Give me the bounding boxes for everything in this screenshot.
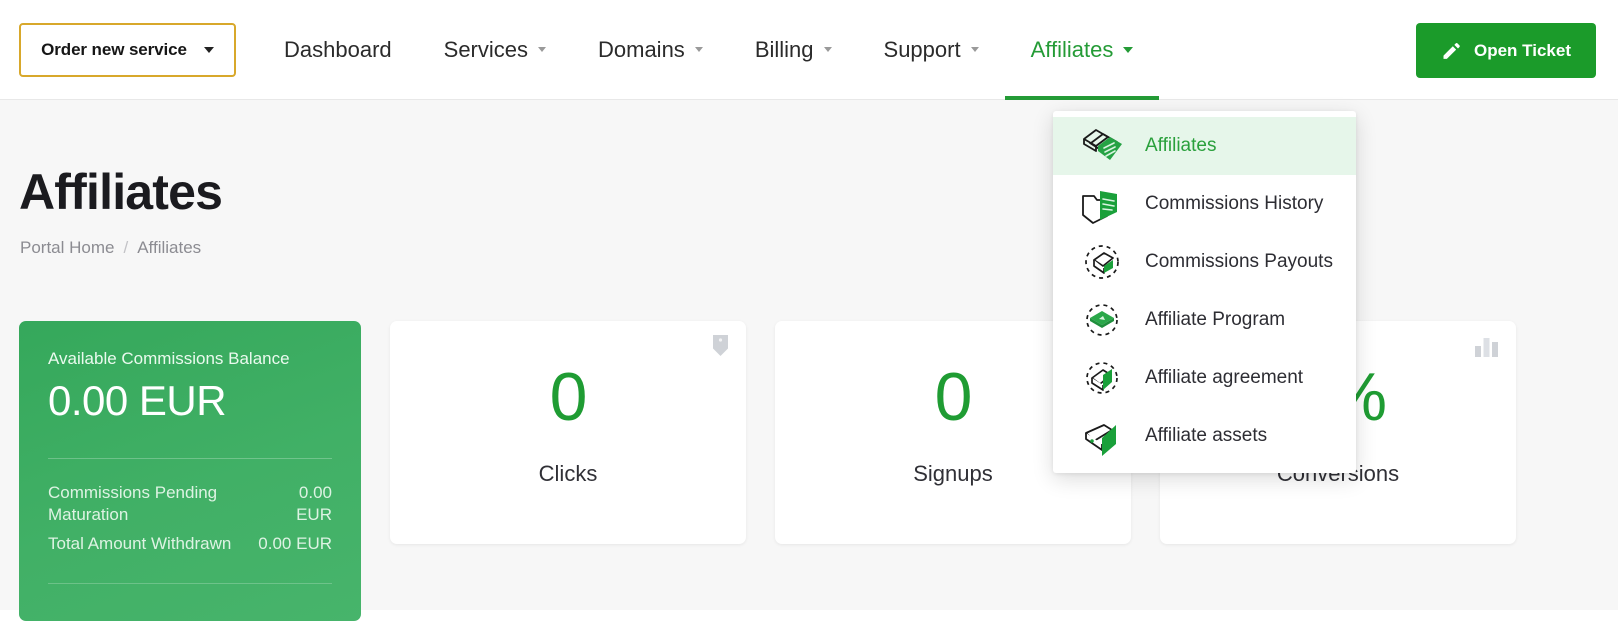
- assets-icon: [1085, 424, 1116, 456]
- balance-row-key: Total Amount Withdrawn: [48, 534, 232, 553]
- available-commissions-balance-card: Available Commissions Balance 0.00 EUR C…: [19, 321, 361, 621]
- nav-item-label: Support: [883, 36, 961, 62]
- dropdown-item-label: Commissions Payouts: [1145, 251, 1333, 272]
- affiliates-dropdown-menu: Affiliates Commissions History Commissio…: [1053, 111, 1356, 473]
- balance-row: Commissions Pending Maturation 0.00 EUR: [48, 482, 332, 526]
- nav-item-label: Affiliates: [1030, 36, 1114, 62]
- page-title: Affiliates: [19, 164, 223, 220]
- divider: [48, 583, 332, 584]
- nav-item-label: Domains: [598, 36, 685, 62]
- balance-row-value: 0.00 EUR: [296, 483, 332, 524]
- top-navbar: Order new service Dashboard Services Dom…: [0, 0, 1618, 100]
- dropdown-item-commissions-payouts[interactable]: Commissions Payouts: [1053, 233, 1356, 291]
- pencil-icon: [1443, 42, 1460, 59]
- breadcrumb-current: Affiliates: [137, 238, 202, 257]
- nav-item-label: Services: [443, 36, 528, 62]
- breadcrumb: Portal Home / Affiliates: [20, 238, 201, 258]
- balance-row-key: Commissions Pending Maturation: [48, 483, 218, 524]
- nav-item-label: Billing: [754, 36, 814, 62]
- chevron-down-icon: [694, 47, 703, 52]
- nav-item-dashboard[interactable]: Dashboard: [258, 0, 418, 100]
- dropdown-item-commissions-history[interactable]: Commissions History: [1053, 175, 1356, 233]
- dropdown-item-label: Affiliate Program: [1145, 309, 1286, 330]
- nav-item-billing[interactable]: Billing: [729, 0, 858, 100]
- breadcrumb-portal-home[interactable]: Portal Home: [20, 238, 114, 258]
- chevron-down-icon: [823, 47, 832, 52]
- dropdown-item-label: Affiliate agreement: [1145, 367, 1304, 388]
- stat-card-clicks: 0 Clicks: [390, 321, 746, 544]
- payouts-dashed-icon: [1085, 245, 1119, 279]
- balance-caption: Available Commissions Balance: [48, 349, 290, 368]
- program-diamond-icon: [1086, 304, 1118, 336]
- dropdown-item-label: Affiliate assets: [1145, 425, 1268, 446]
- chevron-down-icon: [970, 47, 979, 52]
- dropdown-item-label: Commissions History: [1145, 193, 1324, 214]
- chevron-down-icon: [203, 46, 214, 53]
- page-body: Affiliates Portal Home / Affiliates Avai…: [0, 100, 1618, 621]
- dropdown-item-affiliates[interactable]: Affiliates: [1053, 117, 1356, 175]
- order-new-service-label: Order new service: [41, 39, 187, 59]
- affiliates-icon: [1083, 129, 1122, 160]
- folder-history-icon: [1082, 191, 1117, 224]
- open-ticket-button[interactable]: Open Ticket: [1416, 23, 1596, 78]
- stat-value: 0: [549, 359, 588, 435]
- open-ticket-label: Open Ticket: [1474, 40, 1571, 60]
- chevron-down-icon: [1123, 46, 1134, 53]
- nav-item-label: Dashboard: [284, 36, 392, 62]
- breadcrumb-separator: /: [123, 238, 129, 257]
- agreement-dashed-icon: [1086, 362, 1118, 394]
- divider: [48, 458, 332, 459]
- balance-row-value: 0.00 EUR: [258, 534, 332, 553]
- dropdown-item-affiliate-agreement[interactable]: Affiliate agreement: [1053, 349, 1356, 407]
- stat-label: Clicks: [538, 461, 598, 486]
- balance-amount: 0.00 EUR: [48, 377, 227, 424]
- dropdown-item-label: Affiliates: [1145, 135, 1217, 156]
- nav-items: Dashboard Services Domains Billing Suppo…: [258, 0, 1160, 100]
- balance-detail-rows: Commissions Pending Maturation 0.00 EUR …: [48, 482, 332, 555]
- chevron-down-icon: [538, 47, 546, 52]
- nav-item-affiliates[interactable]: Affiliates: [1004, 0, 1160, 100]
- dropdown-item-affiliate-program[interactable]: Affiliate Program: [1053, 291, 1356, 349]
- dropdown-item-affiliate-assets[interactable]: Affiliate assets: [1053, 407, 1356, 465]
- nav-item-services[interactable]: Services: [418, 0, 572, 100]
- nav-item-domains[interactable]: Domains: [572, 0, 729, 100]
- balance-row: Total Amount Withdrawn 0.00 EUR: [48, 533, 332, 555]
- order-new-service-button[interactable]: Order new service: [19, 22, 236, 77]
- nav-item-support[interactable]: Support: [858, 0, 1005, 100]
